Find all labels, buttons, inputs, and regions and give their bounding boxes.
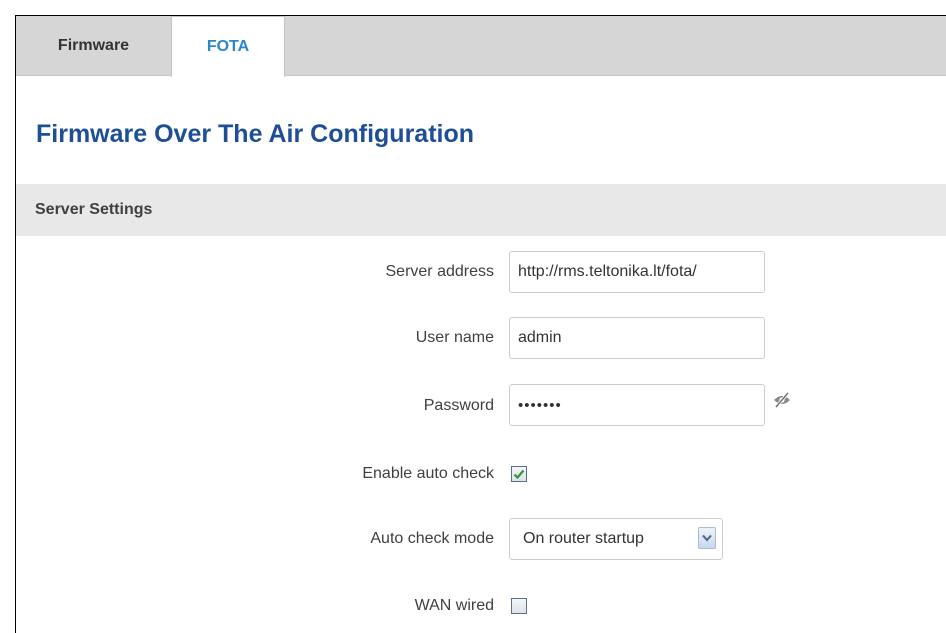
tab-fota[interactable]: FOTA: [171, 16, 285, 77]
enable-auto-check-checkbox[interactable]: [511, 466, 527, 482]
server-address-input[interactable]: [509, 251, 765, 293]
wan-wired-checkbox[interactable]: [511, 598, 527, 614]
section-header: Server Settings: [16, 184, 946, 236]
wan-wired-label: WAN wired: [414, 597, 494, 614]
enable-auto-check-label: Enable auto check: [362, 465, 494, 482]
password-input[interactable]: [509, 384, 765, 426]
chevron-down-icon[interactable]: [698, 527, 716, 549]
section-title: Server Settings: [35, 201, 153, 218]
server-address-label: Server address: [385, 263, 495, 280]
tab-bar: Firmware FOTA: [16, 16, 946, 77]
page-title: Firmware Over The Air Configuration: [36, 120, 475, 148]
fota-page: Firmware FOTA Firmware Over The Air Conf…: [15, 15, 946, 633]
auto-check-mode-select[interactable]: On router startup: [509, 518, 723, 560]
tab-firmware[interactable]: Firmware: [16, 16, 171, 76]
password-label: Password: [423, 397, 494, 414]
auto-check-mode-label: Auto check mode: [370, 530, 494, 547]
user-name-input[interactable]: [509, 317, 765, 359]
checkmark-icon: [513, 469, 525, 480]
user-name-label: User name: [415, 329, 494, 346]
auto-check-mode-value: On router startup: [523, 530, 644, 547]
eye-slash-icon[interactable]: [772, 392, 792, 408]
